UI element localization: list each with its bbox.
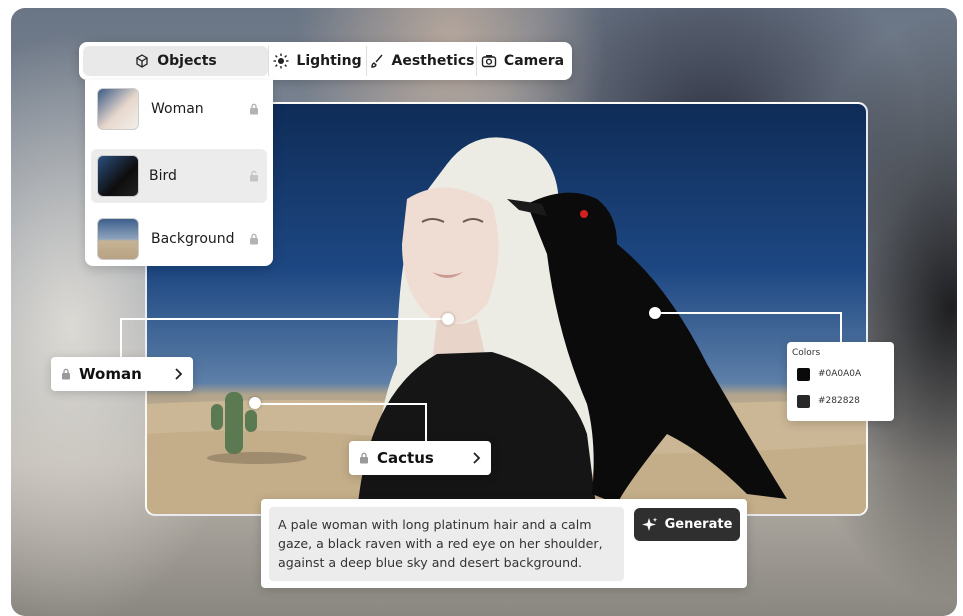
unlock-icon[interactable] <box>249 170 259 182</box>
tab-aesthetics[interactable]: Aesthetics <box>366 46 476 76</box>
lock-icon <box>62 368 70 380</box>
tab-objects[interactable]: Objects <box>83 46 268 76</box>
connector-line <box>120 318 122 358</box>
generate-label: Generate <box>664 517 733 532</box>
tab-camera[interactable]: Camera <box>476 46 568 76</box>
chevron-right-icon <box>175 368 183 380</box>
object-item-background[interactable]: Background <box>91 212 267 266</box>
object-label: Background <box>151 231 235 247</box>
bird-anchor-dot[interactable] <box>649 307 661 319</box>
object-thumbnail <box>97 218 139 260</box>
tab-lighting[interactable]: Lighting <box>268 46 366 76</box>
connector-line <box>654 312 842 314</box>
attribute-tab-bar: Objects Lighting Aesthetics Camera <box>79 42 572 80</box>
generate-button[interactable]: Generate <box>634 508 740 541</box>
tab-label: Objects <box>157 53 217 69</box>
object-thumbnail <box>97 88 139 130</box>
color-hex-1: #0A0A0A <box>818 369 862 379</box>
callout-label: Cactus <box>377 449 434 467</box>
sparkle-icon <box>641 517 657 531</box>
prompt-panel: A pale woman with long platinum hair and… <box>261 499 747 588</box>
tab-label: Camera <box>503 53 565 69</box>
camera-icon <box>481 55 497 68</box>
color-swatch-2[interactable] <box>797 395 810 408</box>
chevron-right-icon <box>473 452 481 464</box>
objects-list: Woman Bird Background <box>85 80 273 266</box>
color-hex-2: #282828 <box>818 396 860 406</box>
tab-label: Aesthetics <box>391 53 475 69</box>
prompt-textarea[interactable]: A pale woman with long platinum hair and… <box>269 507 624 581</box>
connector-line <box>120 318 448 320</box>
woman-anchor-dot[interactable] <box>442 313 454 325</box>
object-label: Bird <box>149 168 177 184</box>
color-swatch-1[interactable] <box>797 368 810 381</box>
colors-title: Colors <box>792 348 821 358</box>
cactus-anchor-dot[interactable] <box>249 397 261 409</box>
object-label: Woman <box>151 101 204 117</box>
brush-icon <box>370 54 383 68</box>
cube-icon <box>136 54 148 68</box>
object-item-woman[interactable]: Woman <box>91 82 267 136</box>
object-thumbnail <box>97 155 139 197</box>
colors-panel: Colors #0A0A0A #282828 <box>787 342 894 421</box>
connector-line <box>840 312 842 344</box>
object-callout-cactus[interactable]: Cactus <box>349 441 491 475</box>
object-item-bird[interactable]: Bird <box>91 149 267 203</box>
lock-icon[interactable] <box>249 103 259 115</box>
tab-label: Lighting <box>296 53 362 69</box>
lock-icon <box>360 452 368 464</box>
object-callout-woman[interactable]: Woman <box>51 357 193 391</box>
sun-icon <box>273 53 289 69</box>
connector-line <box>425 403 427 443</box>
callout-label: Woman <box>79 365 142 383</box>
connector-line <box>255 403 427 405</box>
lock-icon[interactable] <box>249 233 259 245</box>
